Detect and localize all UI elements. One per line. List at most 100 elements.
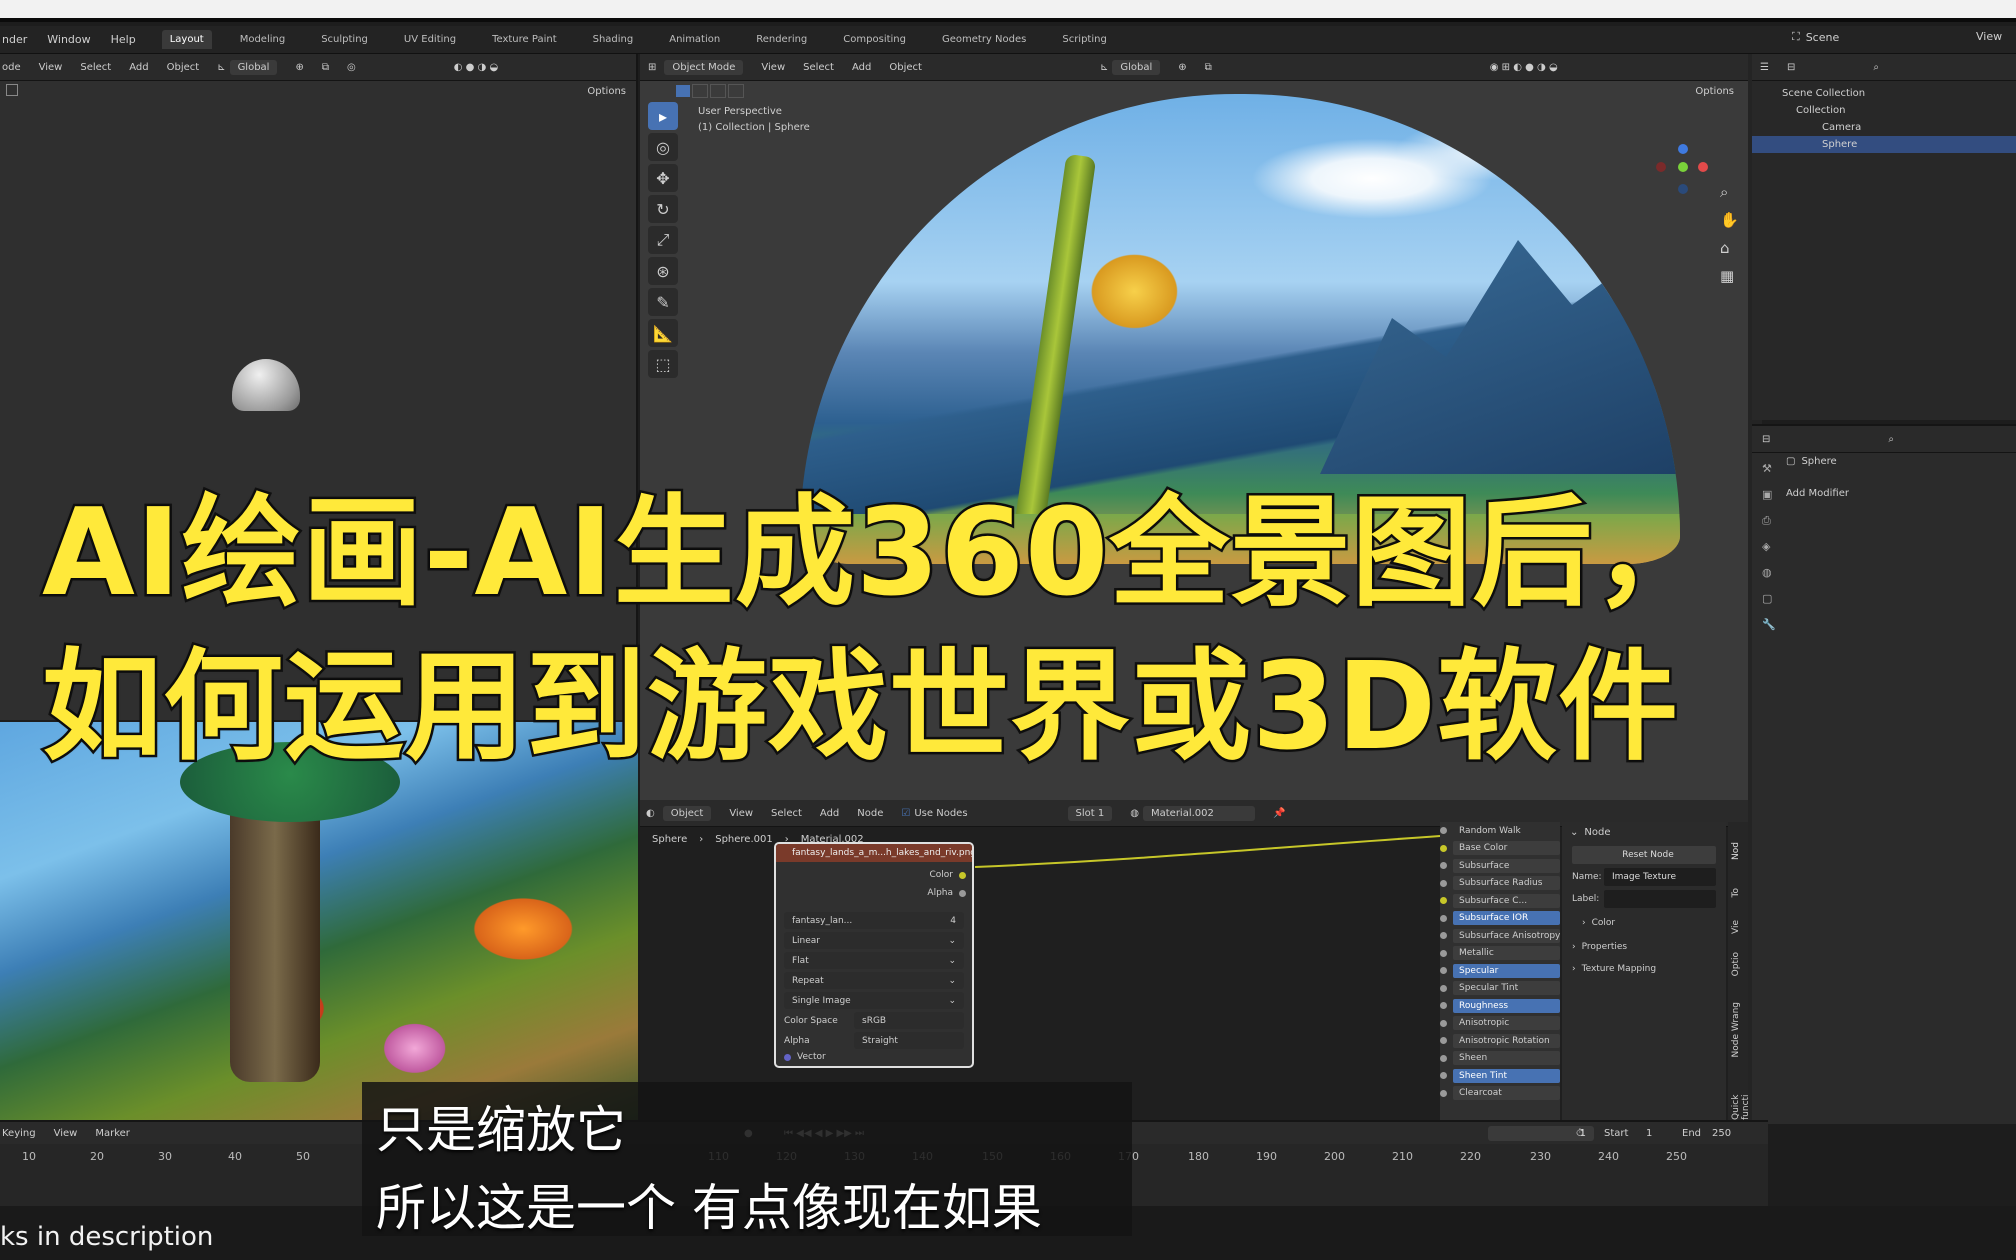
main-options-button[interactable]: Options xyxy=(1695,86,1734,97)
bsdf-input-row[interactable]: Subsurface Radius xyxy=(1440,875,1560,893)
main-menu-select[interactable]: Select xyxy=(803,62,834,73)
camera-view-icon[interactable]: ⌂ xyxy=(1720,234,1739,262)
bsdf-input-socket[interactable] xyxy=(1440,932,1447,940)
bsdf-input-socket[interactable] xyxy=(1440,1019,1447,1027)
snap-icon[interactable]: ⧉ xyxy=(322,62,329,73)
main-snap-icon[interactable]: ⧉ xyxy=(1205,62,1212,73)
annotate-tool-icon[interactable]: ✎ xyxy=(648,288,678,316)
extension-dropdown[interactable]: Repeat ⌄ xyxy=(784,972,964,989)
menu-render[interactable]: nder xyxy=(2,33,27,46)
main-orientation-dropdown[interactable]: Global xyxy=(1112,59,1161,75)
outliner-sphere[interactable]: Sphere xyxy=(1752,136,2016,153)
pivot-icon[interactable]: ⊕ xyxy=(295,62,303,73)
select-box-icon[interactable] xyxy=(6,84,18,96)
outliner-camera[interactable]: Camera xyxy=(1752,119,2016,136)
bsdf-input-socket[interactable] xyxy=(1440,967,1447,975)
bsdf-input-row[interactable]: Sheen xyxy=(1440,1050,1560,1068)
proportional-icon[interactable]: ◎ xyxy=(347,62,356,73)
image-node-title[interactable]: fantasy_lands_a_m...h_lakes_and_riv.png xyxy=(776,844,972,862)
image-texture-node[interactable]: fantasy_lands_a_m...h_lakes_and_riv.png … xyxy=(774,842,974,1068)
tab-texture-paint[interactable]: Texture Paint xyxy=(484,30,565,49)
outliner-search-icon[interactable]: ⌕ xyxy=(1873,62,1879,73)
tab-animation[interactable]: Animation xyxy=(661,30,728,49)
alpha-mode-dropdown[interactable]: Straight xyxy=(854,1032,964,1049)
tool-tab-icon[interactable]: ⚒ xyxy=(1762,456,1776,482)
bsdf-input-row[interactable]: Clearcoat xyxy=(1440,1085,1560,1103)
select-tool-icon[interactable]: ▸ xyxy=(648,102,678,130)
render-tab-icon[interactable]: ▣ xyxy=(1762,482,1776,508)
bsdf-input-row[interactable]: Subsurface IOR xyxy=(1440,910,1560,928)
neg-z-axis-icon[interactable] xyxy=(1678,184,1688,194)
z-axis-icon[interactable] xyxy=(1678,144,1688,154)
editor-type-icon[interactable]: ⊞ xyxy=(648,62,656,73)
alpha-socket[interactable] xyxy=(959,889,966,897)
tab-geometry-nodes[interactable]: Geometry Nodes xyxy=(934,30,1034,49)
tab-modeling[interactable]: Modeling xyxy=(232,30,294,49)
bsdf-input-socket[interactable] xyxy=(1440,1002,1447,1010)
tab-uv-editing[interactable]: UV Editing xyxy=(396,30,464,49)
sidebar-tab-options[interactable]: Optio xyxy=(1731,952,1741,976)
sidebar-tab-view[interactable]: Vie xyxy=(1731,920,1741,934)
measure-tool-icon[interactable]: 📐 xyxy=(648,319,678,347)
scale-tool-icon[interactable]: ⤢ xyxy=(648,226,678,254)
modifier-tab-icon[interactable]: 🔧 xyxy=(1762,612,1776,638)
color-space-dropdown[interactable]: sRGB xyxy=(854,1012,964,1029)
color-subpanel[interactable]: › Color xyxy=(1582,914,1716,932)
left-menu-select[interactable]: Select xyxy=(80,62,111,73)
bsdf-input-socket[interactable] xyxy=(1440,1089,1447,1097)
left-menu-view[interactable]: View xyxy=(39,62,63,73)
principled-bsdf-node[interactable]: Random Walk Base Color Subsurface Subsurfac… xyxy=(1440,822,1560,1120)
bsdf-input-row[interactable]: Subsurface xyxy=(1440,857,1560,875)
timeline-menu-marker[interactable]: Marker xyxy=(95,1128,130,1139)
main-pivot-icon[interactable]: ⊕ xyxy=(1178,62,1186,73)
bsdf-input-row[interactable]: Metallic xyxy=(1440,945,1560,963)
main-menu-add[interactable]: Add xyxy=(852,62,871,73)
properties-search-icon[interactable]: ⌕ xyxy=(1888,434,1894,445)
tab-sculpting[interactable]: Sculpting xyxy=(313,30,376,49)
move-tool-icon[interactable]: ✥ xyxy=(648,164,678,192)
left-menu-add[interactable]: Add xyxy=(129,62,148,73)
object-mode-dropdown[interactable]: Object Mode xyxy=(664,59,744,75)
sidebar-tab-node[interactable]: Nod xyxy=(1731,842,1741,860)
outliner-collection[interactable]: Collection xyxy=(1752,102,2016,119)
node-name-field[interactable]: Image Texture xyxy=(1604,868,1716,886)
neg-x-axis-icon[interactable] xyxy=(1656,162,1666,172)
bsdf-input-socket[interactable] xyxy=(1440,844,1447,852)
add-modifier-button[interactable]: Add Modifier xyxy=(1786,488,1849,499)
main-menu-object[interactable]: Object xyxy=(889,62,922,73)
outliner-filter-icon[interactable]: ⊟ xyxy=(1787,62,1795,73)
main-menu-view[interactable]: View xyxy=(761,62,785,73)
shading-icons[interactable]: ◐ ● ◑ ◒ xyxy=(454,62,498,73)
y-axis-icon[interactable] xyxy=(1678,162,1688,172)
bsdf-input-row[interactable]: Base Color xyxy=(1440,840,1560,858)
transform-tool-icon[interactable]: ⊛ xyxy=(648,257,678,285)
source-dropdown[interactable]: Single Image ⌄ xyxy=(784,992,964,1009)
viewport-shading-icons[interactable]: ◉ ⊞ ◐ ● ◑ ◒ xyxy=(1490,62,1558,73)
node-label-field[interactable] xyxy=(1604,890,1716,908)
outliner-editor-icon[interactable]: ☰ xyxy=(1760,62,1769,73)
interpolation-dropdown[interactable]: Linear ⌄ xyxy=(784,932,964,949)
bsdf-input-socket[interactable] xyxy=(1440,914,1447,922)
tab-rendering[interactable]: Rendering xyxy=(748,30,815,49)
left-options-button[interactable]: Options xyxy=(587,86,626,97)
reset-node-button[interactable]: Reset Node xyxy=(1572,846,1716,864)
grid-toggle-icon[interactable]: ▦ xyxy=(1720,262,1739,290)
bsdf-input-row[interactable]: Anisotropic Rotation xyxy=(1440,1032,1560,1050)
left-mode[interactable]: ode xyxy=(2,62,21,73)
sidebar-tab-tool[interactable]: To xyxy=(1731,888,1741,897)
x-axis-icon[interactable] xyxy=(1698,162,1708,172)
bsdf-input-row[interactable]: Subsurface C... xyxy=(1440,892,1560,910)
bsdf-input-row[interactable]: Roughness xyxy=(1440,997,1560,1015)
bsdf-input-row[interactable]: Anisotropic xyxy=(1440,1015,1560,1033)
scene-selector[interactable]: ⛶ Scene xyxy=(1792,30,1839,44)
outliner-scene-collection[interactable]: Scene Collection xyxy=(1752,85,2016,102)
tab-compositing[interactable]: Compositing xyxy=(835,30,914,49)
color-socket[interactable] xyxy=(959,871,966,879)
properties-editor-icon[interactable]: ⊟ xyxy=(1762,434,1770,445)
tab-layout[interactable]: Layout xyxy=(161,30,212,49)
tab-shading[interactable]: Shading xyxy=(585,30,642,49)
bsdf-input-row[interactable]: Subsurface Anisotropy xyxy=(1440,927,1560,945)
pan-hand-icon[interactable]: ✋ xyxy=(1720,206,1739,234)
image-datablock[interactable]: fantasy_lan... 4 xyxy=(784,912,964,929)
rotate-tool-icon[interactable]: ↻ xyxy=(648,195,678,223)
